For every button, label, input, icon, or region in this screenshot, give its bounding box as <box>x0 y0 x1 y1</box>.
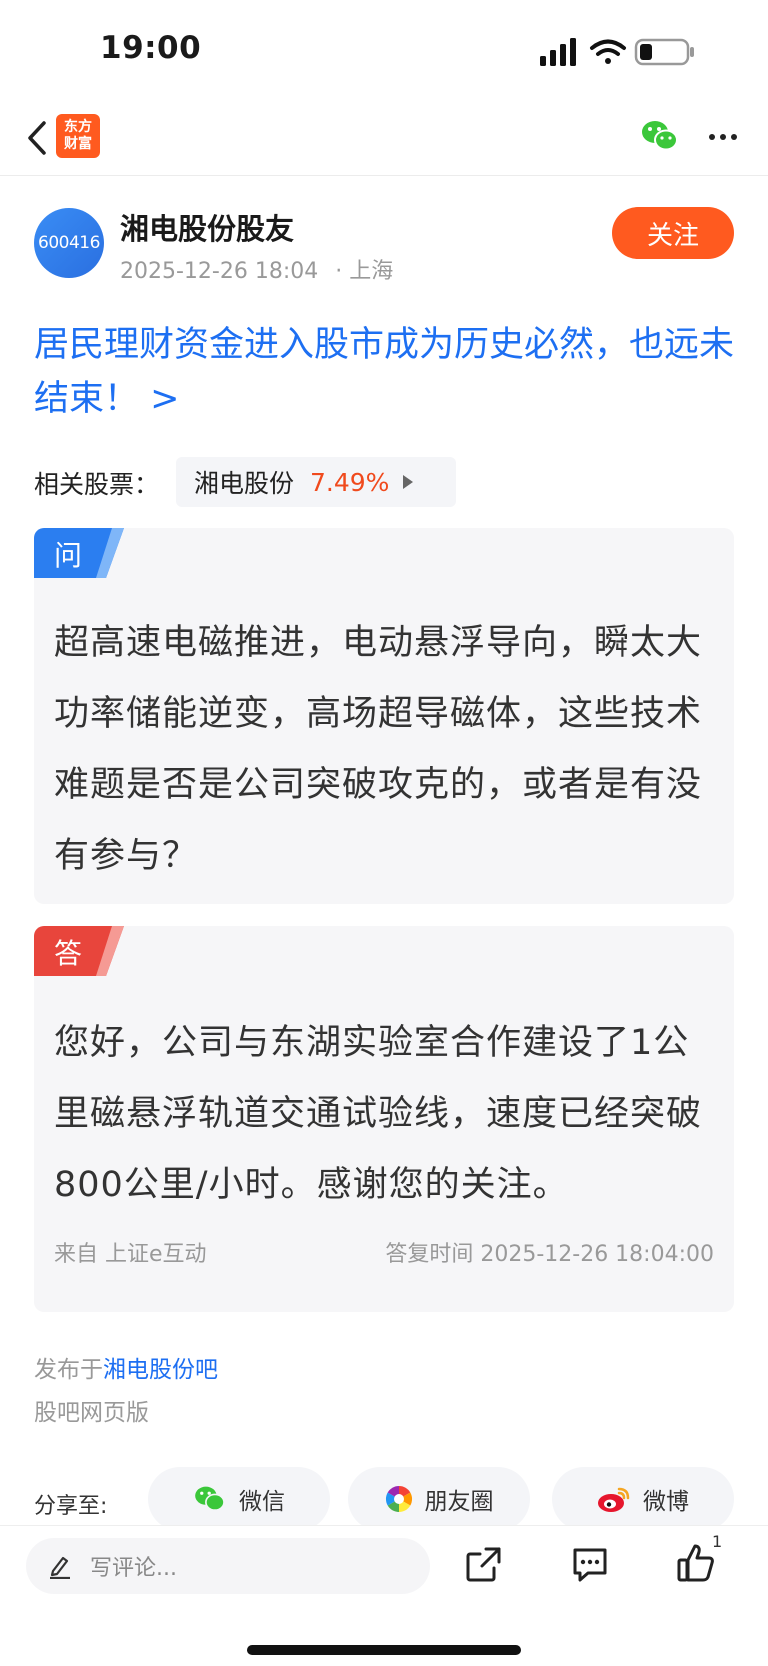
weibo-icon <box>598 1487 630 1512</box>
share-weibo-label: 微博 <box>643 1489 689 1515</box>
related-stocks-label: 相关股票： <box>34 470 160 499</box>
web-version-link[interactable]: 股吧网页版 <box>34 1393 149 1427</box>
home-indicator <box>247 1645 521 1655</box>
share-wechat-button[interactable]: 微信 <box>148 1467 330 1531</box>
share-moments-label: 朋友圈 <box>424 1489 494 1515</box>
published-in: 发布于湘电股份吧 <box>34 1350 218 1384</box>
like-count: 1 <box>712 1532 723 1551</box>
stock-change: 7.49% <box>310 467 390 497</box>
question-card: 问 超高速电磁推进，电动悬浮导向，瞬太大功率储能逆变，高场超导磁体，这些技术难题… <box>34 528 734 904</box>
comment-placeholder: 写评论... <box>90 1556 177 1581</box>
wechat-icon <box>195 1486 225 1511</box>
follow-button[interactable]: 关注 <box>612 207 734 259</box>
answer-text: 您好，公司与东湖实验室合作建设了1公里磁悬浮轨道交通试验线，速度已经突破800公… <box>54 1023 703 1205</box>
share-label: 分享至: <box>34 1494 108 1519</box>
pencil-icon <box>50 1556 70 1579</box>
published-prefix: 发布于 <box>34 1357 103 1383</box>
logo-line-1: 东方 <box>64 119 92 135</box>
author-meta: 2025-12-26 18:04 · 上海 <box>120 253 403 285</box>
answer-source: 来自 上证e互动 <box>54 1242 207 1267</box>
share-moments-button[interactable]: 朋友圈 <box>348 1467 530 1531</box>
like-icon[interactable] <box>676 1542 716 1584</box>
play-arrow-icon <box>403 475 414 489</box>
question-text: 超高速电磁推进，电动悬浮导向，瞬太大功率储能逆变，高场超导磁体，这些技术难题是否… <box>54 623 703 876</box>
cellular-signal-icon <box>540 38 576 66</box>
answer-card: 答 您好，公司与东湖实验室合作建设了1公里磁悬浮轨道交通试验线，速度已经突破80… <box>34 926 734 1312</box>
moments-icon <box>385 1485 412 1513</box>
wifi-icon <box>590 39 626 64</box>
wechat-share-icon[interactable] <box>640 118 680 154</box>
comment-input[interactable]: 写评论... <box>26 1538 430 1594</box>
author-name[interactable]: 湘电股份股友 <box>120 206 294 248</box>
share-weibo-button[interactable]: 微博 <box>552 1467 734 1531</box>
status-time: 19:00 <box>100 30 202 66</box>
answer-reply-time: 答复时间 2025-12-26 18:04:00 <box>385 1242 714 1267</box>
post-title[interactable]: 居民理财资金进入股市成为历史必然，也远未结束！ > <box>34 318 734 426</box>
battery-icon <box>634 38 694 66</box>
more-options-icon[interactable] <box>706 122 740 152</box>
answer-tag: 答 <box>54 937 83 970</box>
related-stock-chip[interactable]: 湘电股份 7.49% <box>176 457 456 507</box>
share-icon[interactable] <box>464 1544 504 1584</box>
author-avatar[interactable]: 600416 <box>34 208 104 278</box>
app-logo: 东方 财富 <box>56 114 100 158</box>
share-wechat-label: 微信 <box>239 1489 285 1515</box>
stock-bar-link[interactable]: 湘电股份吧 <box>103 1357 218 1383</box>
question-tag: 问 <box>54 539 83 572</box>
comment-icon[interactable] <box>570 1544 610 1584</box>
post-location: · 上海 <box>335 259 394 284</box>
back-arrow-icon[interactable] <box>26 120 48 156</box>
status-icons <box>540 38 694 66</box>
stock-name: 湘电股份 <box>194 469 295 498</box>
post-datetime: 2025-12-26 18:04 <box>120 259 319 284</box>
nav-bar: 东方 财富 <box>0 100 768 176</box>
logo-line-2: 财富 <box>64 136 92 152</box>
